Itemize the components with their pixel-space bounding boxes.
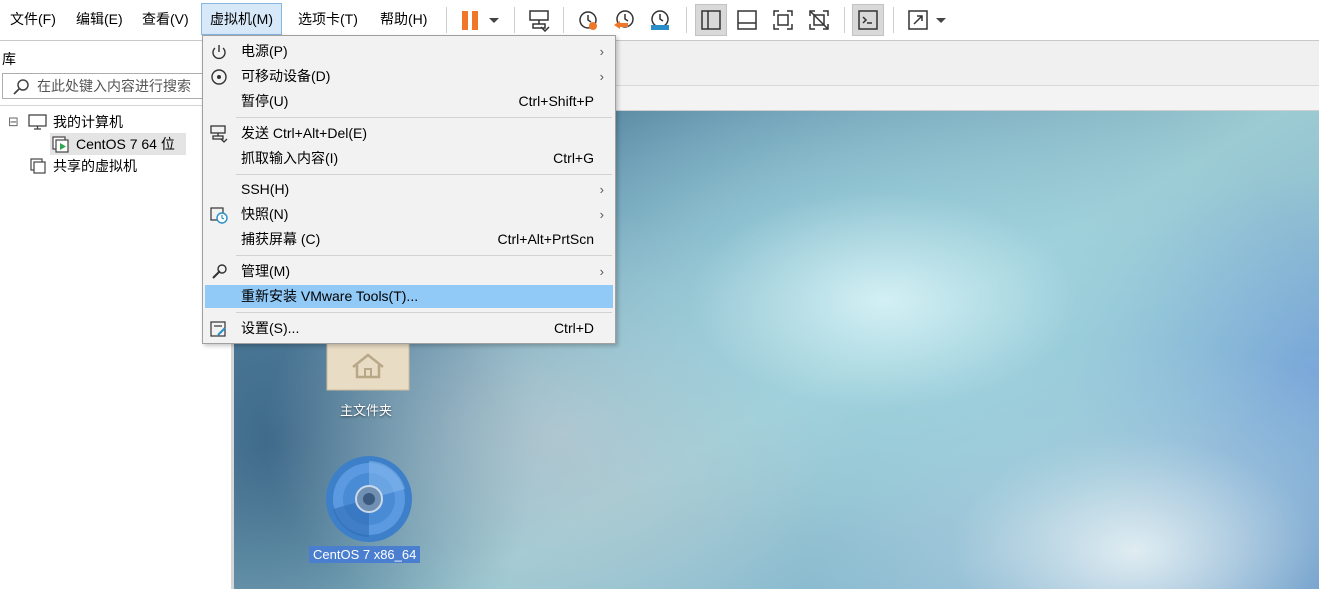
- menu-help[interactable]: 帮助(H): [372, 3, 435, 35]
- send-ctrl-alt-del-icon: [529, 10, 550, 32]
- menu-item-label: 重新安装 VMware Tools(T)...: [241, 288, 419, 304]
- menu-separator: [236, 312, 612, 313]
- menu-item-settings[interactable]: 设置(S)... Ctrl+D: [205, 317, 613, 340]
- revert-snapshot-icon: [614, 10, 634, 29]
- menu-item-pause[interactable]: 暂停(U) Ctrl+Shift+P: [205, 90, 613, 113]
- fit-guest-icon: [773, 10, 793, 30]
- menu-item-manage[interactable]: 管理(M) ›: [205, 260, 613, 283]
- menu-vm[interactable]: 虚拟机(M): [201, 3, 282, 35]
- menu-item-label: 管理(M): [241, 263, 290, 279]
- snapshot-icon: [210, 207, 228, 224]
- menu-item-reinstall-vmware-tools[interactable]: 重新安装 VMware Tools(T)...: [205, 285, 613, 308]
- home-folder-label[interactable]: 主文件夹: [340, 400, 392, 419]
- tree-item-centos-vm[interactable]: CentOS 7 64 位: [50, 133, 186, 155]
- submenu-arrow-icon: ›: [599, 182, 604, 197]
- menu-item-label: 发送 Ctrl+Alt+Del(E): [241, 125, 368, 141]
- menu-edit[interactable]: 编辑(E): [68, 3, 131, 35]
- search-input[interactable]: [37, 76, 227, 96]
- vm-dropdown-menu: 电源(P) › 可移动设备(D) › 暂停(U) Ctrl+Shift+P 发送…: [202, 35, 616, 344]
- toolbar-separator: [893, 7, 894, 33]
- menu-item-shortcut: Ctrl+Alt+PrtScn: [497, 231, 594, 247]
- toolbar-separator: [446, 7, 447, 33]
- tree-label: 我的计算机: [53, 114, 123, 130]
- library-title: 库: [2, 51, 16, 67]
- library-tree: ⊟ 我的计算机 CentOS 7 64 位 共享的虚拟机: [0, 105, 231, 586]
- menu-item-label: SSH(H): [241, 181, 290, 197]
- take-snapshot-button[interactable]: [572, 4, 604, 36]
- pause-icon: [462, 11, 478, 30]
- menu-item-label: 暂停(U): [241, 93, 289, 109]
- dropdown-arrow-icon: [936, 18, 946, 23]
- toolbar-separator: [844, 7, 845, 33]
- fullscreen-icon: [908, 10, 928, 30]
- shared-vms-icon: [30, 158, 46, 174]
- fullscreen-dropdown-button[interactable]: [930, 4, 952, 36]
- settings-icon: [210, 321, 226, 337]
- menu-item-ssh[interactable]: SSH(H) ›: [205, 178, 613, 201]
- thumbnail-bar-icon: [737, 10, 757, 30]
- menu-item-label: 捕获屏幕 (C): [241, 231, 321, 247]
- menu-item-shortcut: Ctrl+G: [553, 150, 594, 166]
- toolbar-separator: [514, 7, 515, 33]
- menu-separator: [236, 117, 612, 118]
- menu-item-grab-input[interactable]: 抓取输入内容(I) Ctrl+G: [205, 147, 613, 170]
- wrench-icon: [212, 264, 227, 279]
- submenu-arrow-icon: ›: [599, 69, 604, 84]
- menu-separator: [236, 174, 612, 175]
- power-dropdown-button[interactable]: [483, 4, 505, 36]
- unity-off-icon: [809, 10, 829, 30]
- submenu-arrow-icon: ›: [599, 44, 604, 59]
- computer-icon: [28, 114, 47, 130]
- library-search-box[interactable]: [2, 73, 231, 99]
- manage-snapshots-button[interactable]: [644, 4, 676, 36]
- thumbnail-bar-button[interactable]: [731, 4, 763, 36]
- manage-snapshots-icon: [651, 10, 669, 30]
- menu-item-snapshot[interactable]: 快照(N) ›: [205, 203, 613, 226]
- dropdown-arrow-icon: [489, 18, 499, 23]
- tree-collapse-toggle[interactable]: ⊟: [8, 111, 19, 133]
- console-view-button[interactable]: [852, 4, 884, 36]
- toolbar-separator: [686, 7, 687, 33]
- search-icon: [13, 79, 29, 95]
- tree-label: CentOS 7 64 位: [76, 136, 175, 152]
- menu-view[interactable]: 查看(V): [134, 3, 197, 35]
- power-icon: [212, 45, 226, 60]
- menu-item-send-ctrl-alt-del[interactable]: 发送 Ctrl+Alt+Del(E): [205, 122, 613, 145]
- menu-item-removable-devices[interactable]: 可移动设备(D) ›: [205, 65, 613, 88]
- menu-item-label: 设置(S)...: [241, 320, 300, 336]
- menu-file[interactable]: 文件(F): [2, 3, 64, 35]
- menu-item-power[interactable]: 电源(P) ›: [205, 40, 613, 63]
- menu-item-label: 快照(N): [241, 206, 289, 222]
- send-ctrl-alt-del-button[interactable]: [523, 4, 555, 36]
- menu-item-shortcut: Ctrl+Shift+P: [518, 93, 594, 109]
- menu-tabs[interactable]: 选项卡(T): [290, 3, 366, 35]
- send-ctrl-alt-del-icon: [210, 125, 228, 143]
- menu-toolbar-bar: 文件(F) 编辑(E) 查看(V) 虚拟机(M) 选项卡(T) 帮助(H): [0, 0, 1319, 41]
- submenu-arrow-icon: ›: [599, 264, 604, 279]
- show-library-button[interactable]: [695, 4, 727, 36]
- unity-button[interactable]: [803, 4, 835, 36]
- disc-icon: [326, 456, 412, 542]
- removable-device-icon: [211, 69, 227, 85]
- menu-separator: [236, 255, 612, 256]
- home-folder-shortcut[interactable]: [326, 338, 410, 391]
- tree-label: 共享的虚拟机: [53, 158, 137, 174]
- dvd-shortcut[interactable]: [325, 455, 413, 543]
- fit-guest-button[interactable]: [767, 4, 799, 36]
- library-pane: 库 ⊟ 我的计算机 CentOS 7 64 位: [0, 41, 234, 589]
- revert-snapshot-button[interactable]: [608, 4, 640, 36]
- menu-item-shortcut: Ctrl+D: [553, 320, 594, 336]
- menu-item-capture-screen[interactable]: 捕获屏幕 (C) Ctrl+Alt+PrtScn: [205, 228, 613, 251]
- menu-item-label: 电源(P): [241, 43, 288, 59]
- vm-running-icon: [52, 136, 69, 153]
- menu-item-label: 可移动设备(D): [241, 68, 331, 84]
- home-folder-icon: [326, 338, 410, 391]
- snapshot-icon: [579, 11, 597, 30]
- console-view-icon: [858, 10, 878, 30]
- show-library-icon: [701, 10, 721, 30]
- dvd-label[interactable]: CentOS 7 x86_64: [309, 546, 421, 563]
- menu-item-label: 抓取输入内容(I): [241, 150, 339, 166]
- toolbar-separator: [563, 7, 564, 33]
- submenu-arrow-icon: ›: [599, 207, 604, 222]
